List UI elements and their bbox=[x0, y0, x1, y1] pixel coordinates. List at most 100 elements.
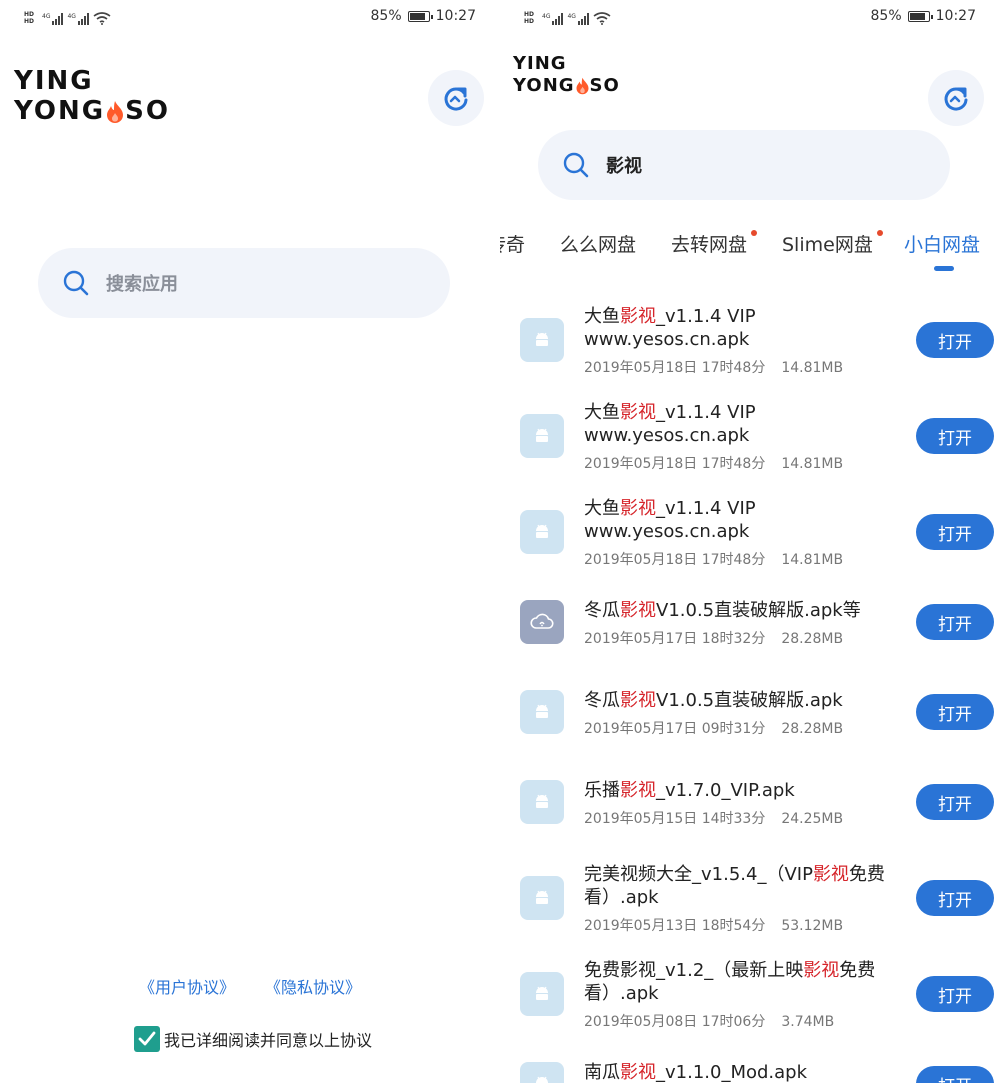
logo-line2-a: YONG bbox=[513, 75, 575, 96]
title-text: V1.0.5直装破解版.apk bbox=[656, 689, 843, 711]
title-text: 乐播 bbox=[584, 779, 620, 801]
title-highlight: 影视 bbox=[620, 779, 656, 801]
result-date: 2019年05月17日 09时31分 bbox=[584, 720, 766, 737]
tab-chuanqi[interactable]: 传奇 bbox=[500, 230, 525, 257]
result-meta: 2019年05月18日 17时48分 14.81MB bbox=[584, 549, 843, 569]
logo-line2-a: YONG bbox=[14, 96, 106, 126]
agreement-links: 《用户协议》 《隐私协议》 bbox=[0, 974, 500, 998]
result-date: 2019年05月08日 17时06分 bbox=[584, 1014, 766, 1030]
title-text: 大鱼 bbox=[584, 498, 620, 519]
signal-icon: 4G bbox=[542, 13, 564, 25]
open-button[interactable]: 打开 bbox=[916, 784, 994, 820]
result-size: 14.81MB bbox=[781, 456, 844, 472]
active-tab-indicator bbox=[934, 266, 954, 271]
privacy-agreement-link[interactable]: 《隐私协议》 bbox=[265, 974, 361, 998]
app-logo: YING YONG SO bbox=[513, 53, 620, 97]
result-size: 53.12MB bbox=[781, 918, 844, 934]
title-text: 南瓜 bbox=[584, 1061, 620, 1083]
wifi-icon bbox=[93, 12, 111, 25]
refresh-button[interactable] bbox=[928, 70, 984, 126]
android-icon bbox=[520, 510, 564, 554]
title-text: 大鱼 bbox=[584, 402, 620, 423]
result-meta: 2019年05月08日 17时06分 3.74MB bbox=[584, 1011, 834, 1031]
result-title: 大鱼影视_v1.1.4 VIP www.yesos.cn.apk bbox=[584, 401, 904, 447]
title-text: _v1.7.0_VIP.apk bbox=[656, 779, 795, 801]
android-icon bbox=[520, 690, 564, 734]
title-highlight: 影视 bbox=[620, 689, 656, 711]
status-bar: HD HD 4G 4G 85% 10:27 bbox=[0, 0, 500, 34]
hd-icon: HD HD bbox=[524, 11, 535, 25]
title-text: 冬瓜 bbox=[584, 689, 620, 711]
search-icon bbox=[563, 152, 589, 178]
result-date: 2019年05月15日 14时33分 bbox=[584, 810, 766, 827]
tab-xiaobai-pan[interactable]: 小白网盘 bbox=[904, 230, 980, 257]
result-size: 28.28MB bbox=[781, 630, 844, 647]
search-input[interactable]: 影视 bbox=[538, 130, 950, 200]
result-size: 28.28MB bbox=[781, 720, 844, 737]
android-icon bbox=[520, 318, 564, 362]
android-icon bbox=[520, 1062, 564, 1083]
status-bar: HD HD 4G 4G 85% 10:27 bbox=[500, 0, 1000, 34]
result-list: 大鱼影视_v1.1.4 VIP www.yesos.cn.apk 2019年05月… bbox=[500, 296, 1000, 1083]
result-meta: 2019年05月17日 09时31分 28.28MB bbox=[584, 718, 843, 738]
result-meta: 2019年05月18日 17时48分 14.81MB bbox=[584, 453, 843, 473]
title-highlight: 影视 bbox=[620, 402, 656, 423]
open-button[interactable]: 打开 bbox=[916, 322, 994, 358]
result-title: 南瓜影视_v1.1.0_Mod.apk bbox=[584, 1061, 904, 1083]
search-results-screen: HDHD 4G 4G 85% 10:27 YING YONG SO 影视 传奇 么… bbox=[500, 0, 1000, 1083]
battery-icon bbox=[407, 10, 433, 22]
tab-quzhuan-pan[interactable]: 去转网盘 bbox=[671, 230, 758, 257]
search-icon bbox=[63, 270, 89, 296]
result-date: 2019年05月18日 17时48分 bbox=[584, 552, 766, 568]
status-right: 85% 10:27 bbox=[871, 8, 976, 24]
signal-icon: 4G bbox=[567, 13, 589, 25]
logo-line2: YONG SO bbox=[14, 96, 170, 126]
hd-icon: HD HD bbox=[24, 11, 35, 25]
logo-line2-b: SO bbox=[125, 96, 170, 126]
result-title: 大鱼影视_v1.1.4 VIP www.yesos.cn.apk bbox=[584, 305, 904, 351]
open-button[interactable]: 打开 bbox=[916, 976, 994, 1012]
consent-row[interactable]: 我已详细阅读并同意以上协议 bbox=[134, 1026, 372, 1052]
result-meta: 2019年05月15日 14时33分 24.25MB bbox=[584, 808, 843, 828]
logo-line1: YING bbox=[513, 53, 567, 74]
android-icon bbox=[520, 972, 564, 1016]
battery-icon bbox=[907, 10, 933, 22]
refresh-icon bbox=[944, 87, 968, 111]
tab-label: 传奇 bbox=[500, 234, 526, 256]
signal-icon: 4G bbox=[42, 13, 64, 25]
title-text: V1.0.5直装破解版.apk等 bbox=[656, 599, 861, 621]
search-query: 影视 bbox=[606, 156, 642, 177]
tab-label: 么么网盘 bbox=[560, 234, 637, 256]
flame-icon bbox=[107, 100, 124, 123]
title-text: _v1.1.0_Mod.apk bbox=[656, 1061, 808, 1083]
open-button[interactable]: 打开 bbox=[916, 1066, 994, 1083]
clock: 10:27 bbox=[435, 8, 476, 24]
refresh-button[interactable] bbox=[428, 70, 484, 126]
title-highlight: 影视 bbox=[620, 1061, 656, 1083]
consent-text: 我已详细阅读并同意以上协议 bbox=[164, 1031, 373, 1050]
open-button[interactable]: 打开 bbox=[916, 880, 994, 916]
user-agreement-link[interactable]: 《用户协议》 bbox=[139, 974, 235, 998]
title-text: 免费影视_v1.2_（最新上映 bbox=[584, 960, 804, 981]
title-highlight: 影视 bbox=[803, 960, 840, 981]
android-icon bbox=[520, 876, 564, 920]
open-button[interactable]: 打开 bbox=[916, 514, 994, 550]
result-meta: 2019年05月18日 17时48分 14.81MB bbox=[584, 357, 843, 377]
result-meta: 2019年05月13日 18时54分 53.12MB bbox=[584, 915, 843, 935]
result-date: 2019年05月17日 18时32分 bbox=[584, 630, 766, 647]
refresh-icon bbox=[444, 87, 468, 111]
open-button[interactable]: 打开 bbox=[916, 694, 994, 730]
tab-slime-pan[interactable]: Slime网盘 bbox=[782, 230, 883, 257]
tab-meme-pan[interactable]: 么么网盘 bbox=[560, 230, 636, 257]
result-size: 3.74MB bbox=[781, 1014, 835, 1030]
new-dot bbox=[751, 230, 758, 236]
consent-checkbox[interactable] bbox=[134, 1026, 160, 1052]
clock: 10:27 bbox=[935, 8, 976, 24]
search-input[interactable]: 搜索应用 bbox=[38, 248, 450, 318]
open-button[interactable]: 打开 bbox=[916, 604, 994, 640]
title-text: 大鱼 bbox=[584, 306, 620, 327]
title-highlight: 影视 bbox=[812, 864, 849, 885]
open-button[interactable]: 打开 bbox=[916, 418, 994, 454]
cloud-icon bbox=[520, 600, 564, 644]
signal-indicators: HD HD 4G 4G bbox=[24, 9, 111, 25]
